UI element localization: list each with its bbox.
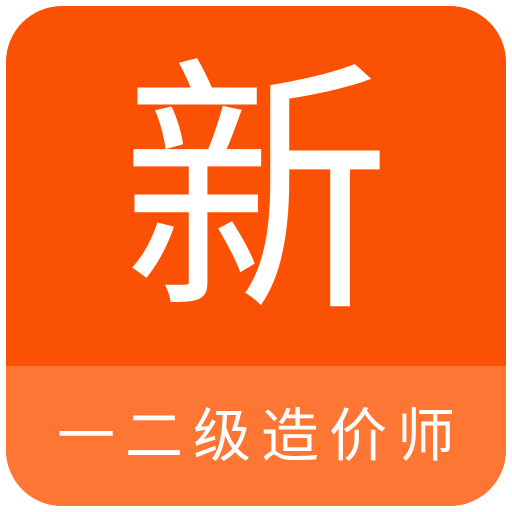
subtitle-band: 一二级造价师: [6, 366, 506, 506]
logo-glyph: 新: [121, 34, 391, 350]
app-icon[interactable]: 新 一二级造价师: [6, 6, 506, 506]
app-subtitle: 一二级造价师: [56, 402, 465, 470]
